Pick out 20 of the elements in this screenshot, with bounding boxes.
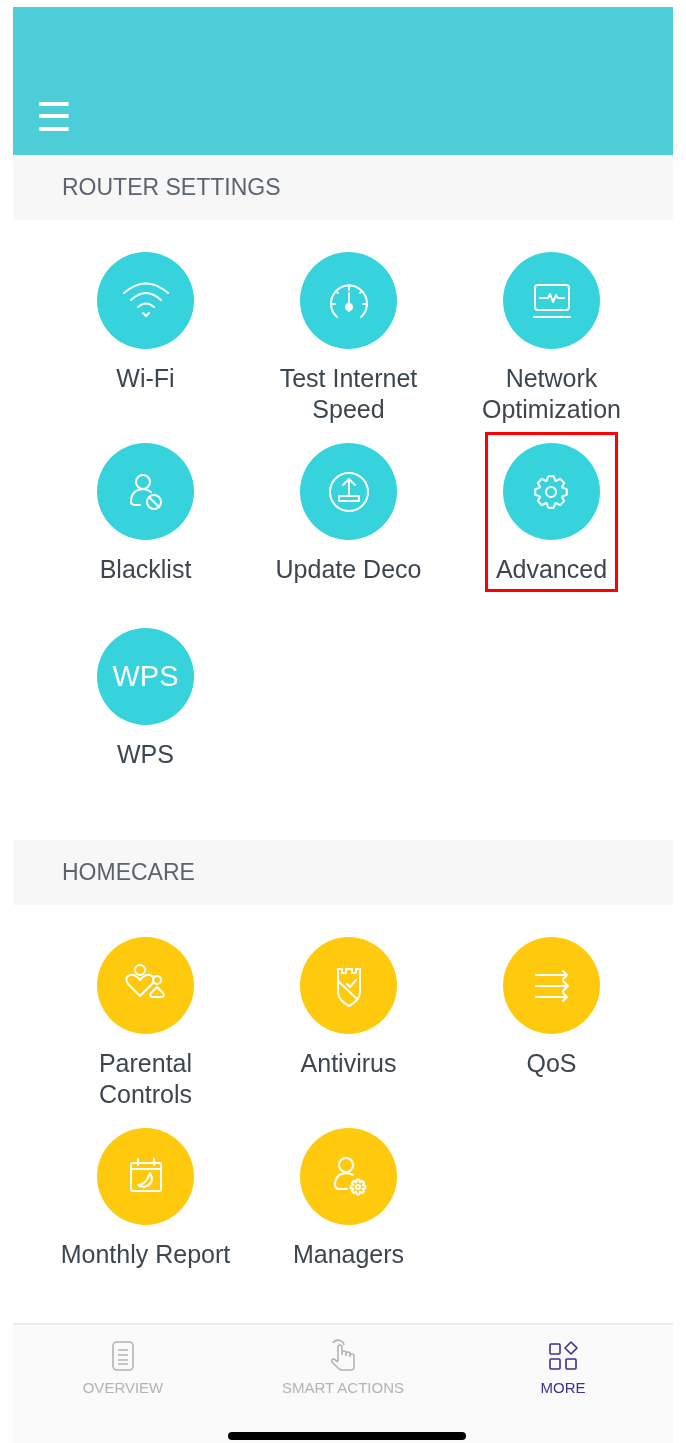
nav-tab[interactable]: SMART ACTIONS xyxy=(243,1339,443,1396)
feature-button[interactable]: WPS xyxy=(97,628,194,725)
feature-label: Advanced xyxy=(495,554,608,585)
feature-label: Monthly Report xyxy=(60,1239,231,1270)
apps-grid-icon xyxy=(546,1339,580,1373)
feature-label: WPS xyxy=(117,739,174,770)
feature-label: Test Internet Speed xyxy=(278,363,419,425)
feature-label: Antivirus xyxy=(300,1048,397,1079)
feature-label: Parental Controls xyxy=(97,1048,194,1110)
feature-label: QoS xyxy=(526,1048,577,1079)
feature-label: Managers xyxy=(292,1239,405,1270)
feature-label: Update Deco xyxy=(275,554,422,585)
feature-label: Network Optimization xyxy=(481,363,622,425)
menu-button[interactable]: ☰ xyxy=(36,97,72,137)
section-header: ROUTER SETTINGS xyxy=(13,155,673,220)
nav-tab[interactable]: MORE xyxy=(463,1339,663,1396)
feature-label: Blacklist xyxy=(99,554,192,585)
feature-label: Wi-Fi xyxy=(116,363,175,394)
nav-tab[interactable]: OVERVIEW xyxy=(23,1339,223,1396)
section-header: HOMECARE xyxy=(13,840,673,905)
